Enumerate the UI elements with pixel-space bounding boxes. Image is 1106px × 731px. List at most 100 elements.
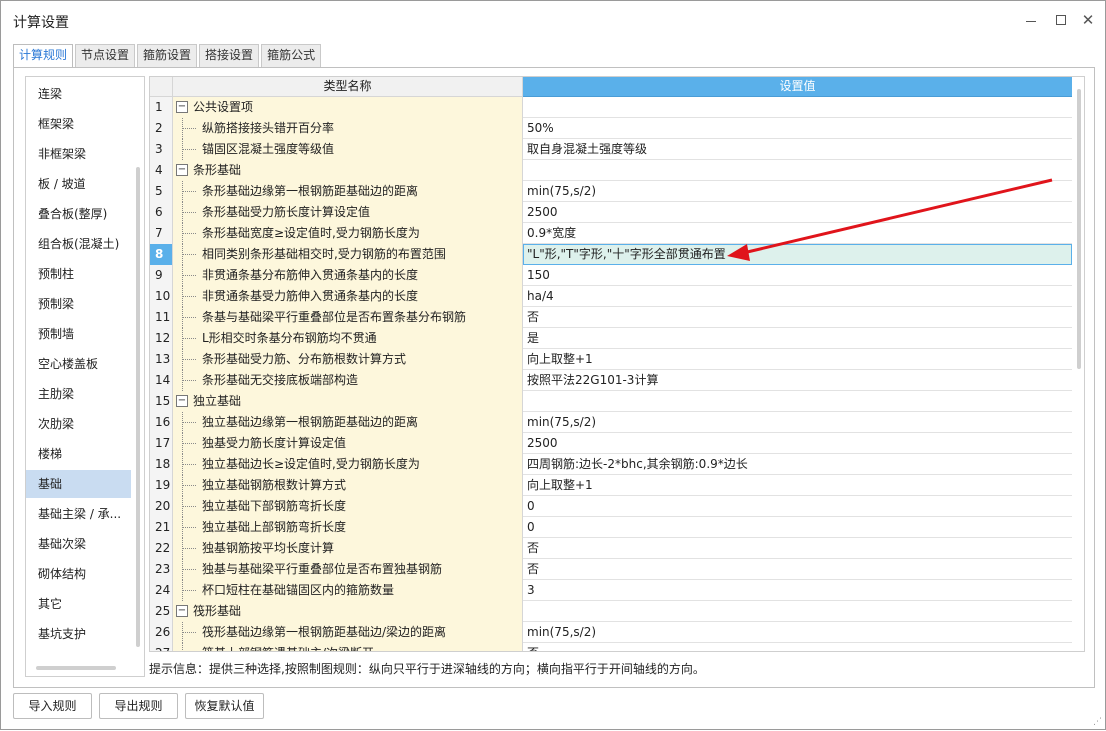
sidebar-item[interactable]: 次肋梁: [26, 410, 131, 438]
setting-value-cell[interactable]: 否: [523, 643, 1072, 651]
type-name-cell: 独基与基础梁平行重叠部位是否布置独基钢筋: [173, 559, 523, 580]
setting-value-cell[interactable]: 2500: [523, 433, 1072, 454]
setting-name: 非贯通条基分布筋伸入贯通条基内的长度: [202, 268, 419, 282]
grid-section-row[interactable]: 25− 筏形基础: [150, 601, 1072, 622]
resize-grip-icon[interactable]: ⋰: [1093, 717, 1103, 727]
setting-value-cell[interactable]: 按照平法22G101-3计算: [523, 370, 1072, 391]
setting-value-cell[interactable]: 向上取整+1: [523, 475, 1072, 496]
maximize-button[interactable]: [1051, 10, 1071, 30]
setting-name: 独基与基础梁平行重叠部位是否布置独基钢筋: [202, 562, 443, 576]
setting-value-cell[interactable]: 否: [523, 559, 1072, 580]
grid-row[interactable]: 22 独基钢筋按平均长度计算 否: [150, 538, 1072, 559]
setting-value-cell[interactable]: min(75,s/2): [523, 412, 1072, 433]
setting-value-cell[interactable]: 否: [523, 538, 1072, 559]
tab-calc-rules[interactable]: 计算规则: [13, 44, 74, 69]
setting-value-cell[interactable]: 0: [523, 496, 1072, 517]
sidebar-item[interactable]: 连梁: [26, 80, 131, 108]
setting-value-cell[interactable]: 150: [523, 265, 1072, 286]
grid-row[interactable]: 24 杯口短柱在基础锚固区内的箍筋数量 3: [150, 580, 1072, 601]
sidebar-item[interactable]: 基础: [26, 470, 131, 498]
sidebar-item[interactable]: 其它: [26, 590, 131, 618]
grid-row[interactable]: 12 L形相交时条基分布钢筋均不贯通 是: [150, 328, 1072, 349]
collapse-toggle-icon[interactable]: −: [176, 395, 188, 407]
grid-row[interactable]: 7 条形基础宽度≥设定值时,受力钢筋长度为 0.9*宽度: [150, 223, 1072, 244]
list-vertical-scrollbar[interactable]: [136, 167, 140, 647]
sidebar-item[interactable]: 预制柱: [26, 260, 131, 288]
close-button[interactable]: ✕: [1078, 10, 1098, 30]
restore-defaults-button[interactable]: 恢复默认值: [185, 693, 264, 719]
tab-lap-settings[interactable]: 搭接设置: [199, 44, 260, 67]
grid-row[interactable]: 6 条形基础受力筋长度计算设定值 2500: [150, 202, 1072, 223]
setting-value-cell[interactable]: [523, 160, 1072, 181]
sidebar-item[interactable]: 预制梁: [26, 290, 131, 318]
grid-row[interactable]: 5 条形基础边缘第一根钢筋距基础边的距离 min(75,s/2): [150, 181, 1072, 202]
setting-value-cell[interactable]: 2500: [523, 202, 1072, 223]
collapse-toggle-icon[interactable]: −: [176, 164, 188, 176]
setting-value-cell[interactable]: 否: [523, 307, 1072, 328]
grid-row[interactable]: 27 筏基上部钢筋遇基础主/次梁断开 否: [150, 643, 1072, 651]
setting-value-cell[interactable]: "L"形,"T"字形,"十"字形全部贯通布置: [523, 244, 1072, 265]
setting-value-cell[interactable]: 取自身混凝土强度等级: [523, 139, 1072, 160]
minimize-button[interactable]: [1021, 10, 1041, 30]
setting-value-cell[interactable]: [523, 391, 1072, 412]
grid-row[interactable]: 23 独基与基础梁平行重叠部位是否布置独基钢筋 否: [150, 559, 1072, 580]
grid-row[interactable]: 17 独基受力筋长度计算设定值 2500: [150, 433, 1072, 454]
row-number: 19: [150, 475, 173, 496]
sidebar-item[interactable]: 组合板(混凝土): [26, 230, 131, 258]
grid-row[interactable]: 9 非贯通条基分布筋伸入贯通条基内的长度 150: [150, 265, 1072, 286]
setting-value-cell[interactable]: min(75,s/2): [523, 622, 1072, 643]
grid-row[interactable]: 3 锚固区混凝土强度等级值 取自身混凝土强度等级: [150, 139, 1072, 160]
sidebar-item[interactable]: 板 / 坡道: [26, 170, 131, 198]
grid-row[interactable]: 26 筏形基础边缘第一根钢筋距基础边/梁边的距离 min(75,s/2): [150, 622, 1072, 643]
grid-row[interactable]: 2 纵筋搭接接头错开百分率 50%: [150, 118, 1072, 139]
tab-node-settings[interactable]: 节点设置: [75, 44, 136, 67]
setting-value-cell[interactable]: ha/4: [523, 286, 1072, 307]
grid-row[interactable]: 14 条形基础无交接底板端部构造 按照平法22G101-3计算: [150, 370, 1072, 391]
sidebar-item[interactable]: 基础次梁: [26, 530, 131, 558]
sidebar-item[interactable]: 主肋梁: [26, 380, 131, 408]
grid-row[interactable]: 16 独立基础边缘第一根钢筋距基础边的距离 min(75,s/2): [150, 412, 1072, 433]
tab-stirrup-settings[interactable]: 箍筋设置: [137, 44, 198, 67]
grid-section-row[interactable]: 4− 条形基础: [150, 160, 1072, 181]
setting-value-cell[interactable]: 0: [523, 517, 1072, 538]
setting-value-cell[interactable]: 3: [523, 580, 1072, 601]
sidebar-item[interactable]: 空心楼盖板: [26, 350, 131, 378]
sidebar-item[interactable]: 楼梯: [26, 440, 131, 468]
sidebar-item[interactable]: 基础主梁 / 承...: [26, 500, 131, 528]
tree-connector: [182, 128, 196, 129]
grid-row[interactable]: 13 条形基础受力筋、分布筋根数计算方式 向上取整+1: [150, 349, 1072, 370]
collapse-toggle-icon[interactable]: −: [176, 101, 188, 113]
setting-value-cell[interactable]: 0.9*宽度: [523, 223, 1072, 244]
setting-value-cell[interactable]: 四周钢筋:边长-2*bhc,其余钢筋:0.9*边长: [523, 454, 1072, 475]
setting-value-cell[interactable]: 50%: [523, 118, 1072, 139]
grid-row[interactable]: 11 条基与基础梁平行重叠部位是否布置条基分布钢筋 否: [150, 307, 1072, 328]
setting-value-cell[interactable]: [523, 97, 1072, 118]
grid-row[interactable]: 18 独立基础边长≥设定值时,受力钢筋长度为 四周钢筋:边长-2*bhc,其余钢筋:…: [150, 454, 1072, 475]
import-rules-button[interactable]: 导入规则: [13, 693, 92, 719]
sidebar-item[interactable]: 叠合板(整厚): [26, 200, 131, 228]
setting-value-cell[interactable]: [523, 601, 1072, 622]
setting-value-cell[interactable]: 是: [523, 328, 1072, 349]
grid-row[interactable]: 19 独立基础钢筋根数计算方式 向上取整+1: [150, 475, 1072, 496]
type-name-cell: 杯口短柱在基础锚固区内的箍筋数量: [173, 580, 523, 601]
sidebar-item[interactable]: 非框架梁: [26, 140, 131, 168]
grid-row[interactable]: 20 独立基础下部钢筋弯折长度 0: [150, 496, 1072, 517]
sidebar-item[interactable]: 框架梁: [26, 110, 131, 138]
grid-section-row[interactable]: 15− 独立基础: [150, 391, 1072, 412]
collapse-toggle-icon[interactable]: −: [176, 605, 188, 617]
tree-connector: [182, 338, 196, 339]
list-horizontal-scrollbar[interactable]: [36, 666, 116, 670]
grid-row[interactable]: 8 相同类别条形基础相交时,受力钢筋的布置范围 "L"形,"T"字形,"十"字形全部…: [150, 244, 1072, 265]
grid-section-row[interactable]: 1− 公共设置项: [150, 97, 1072, 118]
grid-vertical-scrollbar[interactable]: [1077, 89, 1081, 369]
sidebar-item[interactable]: 基坑支护: [26, 620, 131, 648]
sidebar-item[interactable]: 预制墙: [26, 320, 131, 348]
setting-value-cell[interactable]: 向上取整+1: [523, 349, 1072, 370]
row-number: 2: [150, 118, 173, 139]
grid-row[interactable]: 10 非贯通条基受力筋伸入贯通条基内的长度 ha/4: [150, 286, 1072, 307]
tab-stirrup-formula[interactable]: 箍筋公式: [261, 44, 322, 67]
setting-value-cell[interactable]: min(75,s/2): [523, 181, 1072, 202]
sidebar-item[interactable]: 砌体结构: [26, 560, 131, 588]
export-rules-button[interactable]: 导出规则: [99, 693, 178, 719]
grid-row[interactable]: 21 独立基础上部钢筋弯折长度 0: [150, 517, 1072, 538]
